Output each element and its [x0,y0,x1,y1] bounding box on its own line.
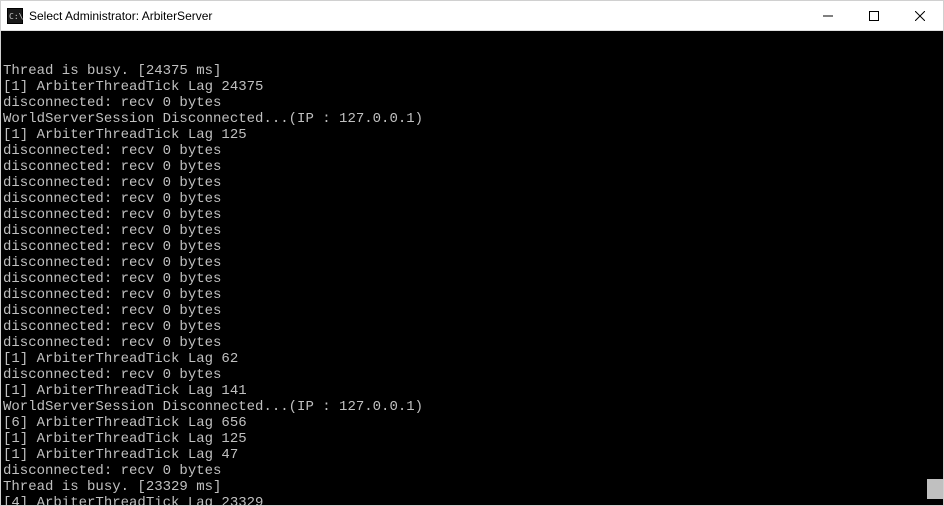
terminal-line: disconnected: recv 0 bytes [3,159,941,175]
terminal-line: disconnected: recv 0 bytes [3,319,941,335]
minimize-button[interactable] [805,1,851,30]
close-button[interactable] [897,1,943,30]
terminal-line: disconnected: recv 0 bytes [3,303,941,319]
window-title: Select Administrator: ArbiterServer [29,9,805,23]
terminal-line: [1] ArbiterThreadTick Lag 62 [3,351,941,367]
terminal-line: WorldServerSession Disconnected...(IP : … [3,111,941,127]
terminal-line: disconnected: recv 0 bytes [3,143,941,159]
terminal-line: disconnected: recv 0 bytes [3,239,941,255]
terminal-line: [6] ArbiterThreadTick Lag 656 [3,415,941,431]
terminal-line: disconnected: recv 0 bytes [3,223,941,239]
terminal-line: Thread is busy. [24375 ms] [3,63,941,79]
terminal-line: disconnected: recv 0 bytes [3,367,941,383]
terminal-line: [1] ArbiterThreadTick Lag 125 [3,127,941,143]
terminal-line: [4] ArbiterThreadTick Lag 23329 [3,495,941,505]
titlebar[interactable]: C:\ Select Administrator: ArbiterServer [1,1,943,31]
terminal-line: disconnected: recv 0 bytes [3,463,941,479]
terminal-line: disconnected: recv 0 bytes [3,175,941,191]
svg-text:C:\: C:\ [9,12,23,21]
terminal-line: disconnected: recv 0 bytes [3,335,941,351]
terminal-line: Thread is busy. [23329 ms] [3,479,941,495]
console-window: C:\ Select Administrator: ArbiterServer … [0,0,944,506]
terminal-line: disconnected: recv 0 bytes [3,255,941,271]
maximize-button[interactable] [851,1,897,30]
terminal-line: [1] ArbiterThreadTick Lag 24375 [3,79,941,95]
terminal-line: disconnected: recv 0 bytes [3,207,941,223]
terminal-line: [1] ArbiterThreadTick Lag 47 [3,447,941,463]
cmd-icon: C:\ [7,8,23,24]
terminal-line: disconnected: recv 0 bytes [3,191,941,207]
scrollbar-thumb[interactable] [927,479,943,499]
terminal-line: disconnected: recv 0 bytes [3,271,941,287]
terminal-line: [1] ArbiterThreadTick Lag 141 [3,383,941,399]
terminal-line: WorldServerSession Disconnected...(IP : … [3,399,941,415]
terminal-line: disconnected: recv 0 bytes [3,287,941,303]
window-controls [805,1,943,30]
terminal-line: [1] ArbiterThreadTick Lag 125 [3,431,941,447]
terminal-output[interactable]: Thread is busy. [24375 ms][1] ArbiterThr… [1,31,943,505]
terminal-line: disconnected: recv 0 bytes [3,95,941,111]
